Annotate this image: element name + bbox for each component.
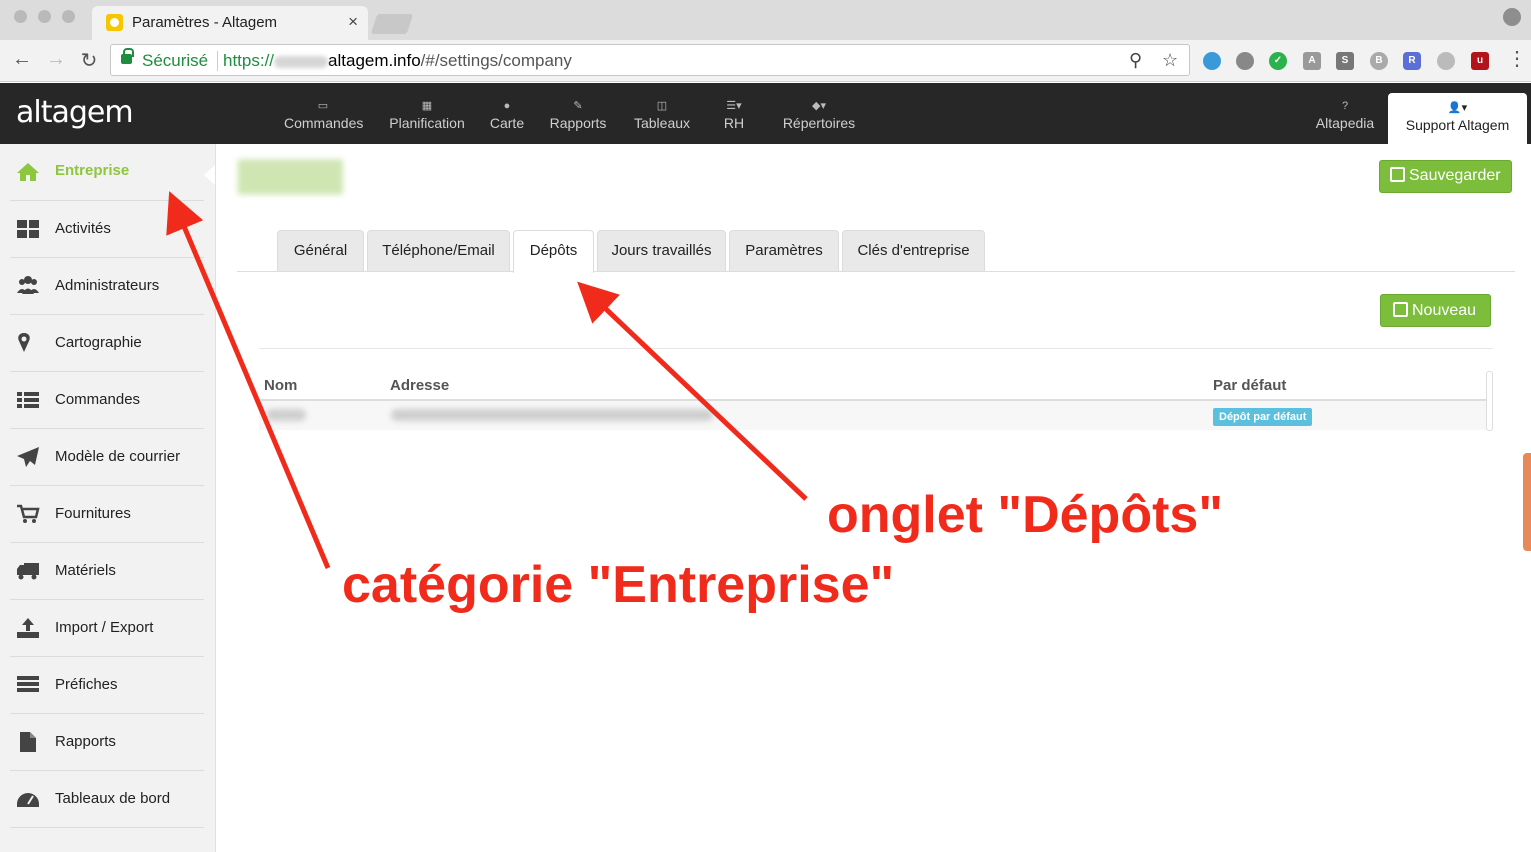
annotation-arrows [166,191,808,569]
annotation-onglet-depots: onglet "Dépôts" [827,486,1223,544]
annotation-categorie-entreprise: catégorie "Entreprise" [342,556,895,614]
tab-depots[interactable]: Dépôts [513,230,594,273]
arrow-to-entreprise-category [166,191,331,569]
screenshot-root: Paramètres - Altagem × ← → ↻ Sécurisé ht… [0,0,1531,852]
arrow-to-depots-tab [577,281,808,501]
